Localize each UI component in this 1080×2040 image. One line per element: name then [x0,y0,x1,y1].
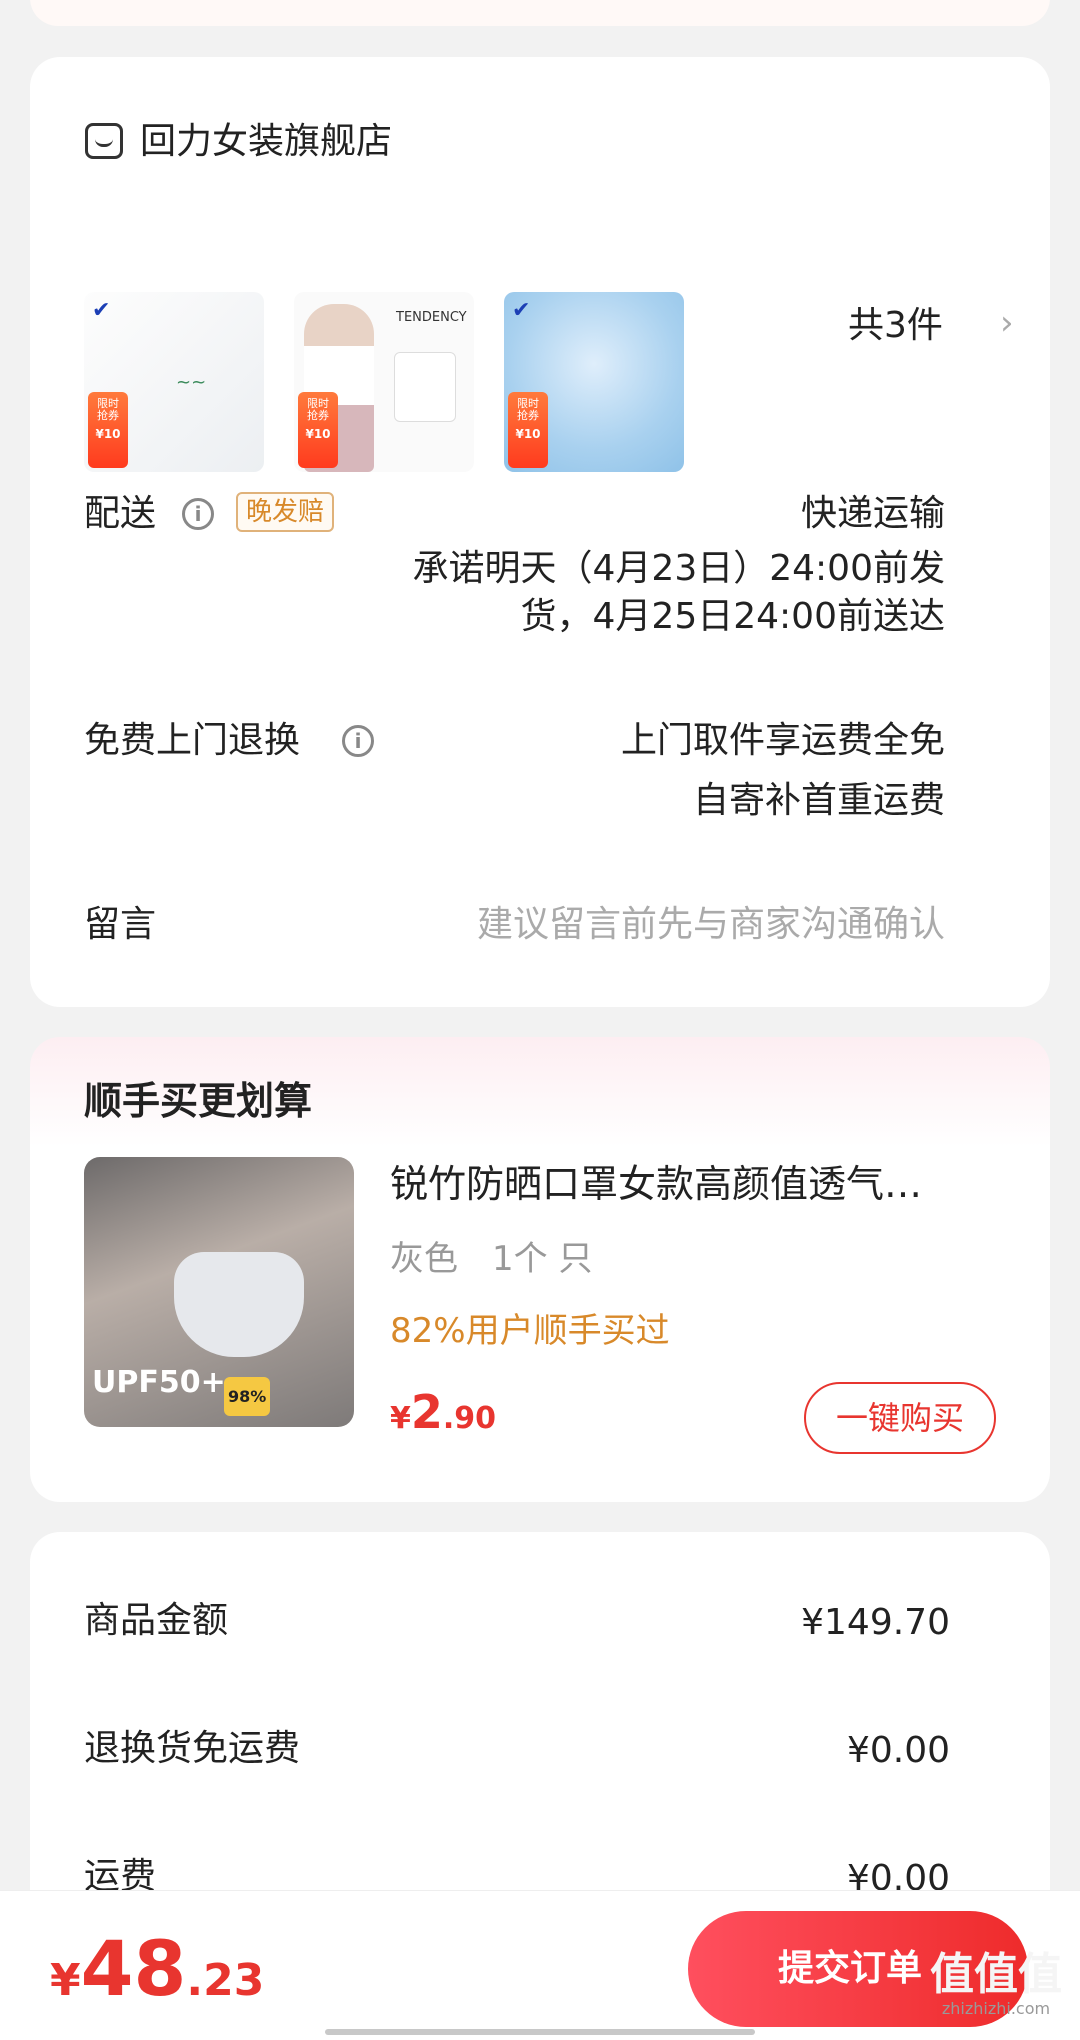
free-return-label: 免费上门退换 [84,720,301,761]
info-icon[interactable]: i [182,498,214,530]
tee-shape [394,352,456,422]
delivery-promise-line2: 货，4月25日24:00前送达 [520,596,945,637]
return-line1: 上门取件享运费全免 [620,720,945,761]
store-card: 回力女装旗舰店 ✔ ~~ 限时 抢券 ¥10 TENDENCY 限时 抢券 ¥10 ✔ … [30,57,1050,1007]
store-icon [85,123,123,159]
shirt-print: ~~ [176,372,207,393]
brand-logo: ✔ [512,298,531,323]
addon-social-proof: 82%用户顺手买过 [390,1311,670,1351]
summary-label-goods: 商品金额 [84,1600,229,1641]
item-count[interactable]: 共3件 [848,303,943,349]
addon-card: 顺手买更划算 UPF50+ 98% 锐竹防晒口罩女款高颜值透气… 灰色 1个 只… [30,1037,1050,1502]
one-click-buy-button[interactable]: 一键购买 [804,1382,996,1454]
uv-badge: 98% [224,1377,271,1416]
upf-text: UPF50+ [92,1365,226,1400]
summary-value-return: ¥0.00 [846,1730,950,1771]
delivery-promise-line1: 承诺明天（4月23日）24:00前发 [412,548,945,589]
coupon-badge: 限时 抢券 ¥10 [508,392,548,468]
coupon-badge: 限时 抢券 ¥10 [298,392,338,468]
addon-product-spec: 灰色 1个 只 [390,1239,593,1279]
home-indicator [325,2029,755,2035]
summary-label-return: 退换货免运费 [84,1728,301,1769]
chevron-right-icon[interactable]: › [1000,303,1014,343]
summary-value-goods: ¥149.70 [801,1602,950,1643]
message-label: 留言 [84,904,157,945]
delivery-method: 快递运输 [800,493,945,534]
product-thumb-3[interactable]: ✔ 限时 抢券 ¥10 [504,292,684,472]
total-price: ¥48.23 [50,1924,265,2013]
info-icon[interactable]: i [342,725,374,757]
addon-product-title[interactable]: 锐竹防晒口罩女款高颜值透气… [390,1160,1010,1208]
message-input[interactable]: 建议留言前先与商家沟通确认 [345,902,945,948]
store-name[interactable]: 回力女装旗舰店 [140,119,392,165]
addon-price: ¥2.90 [390,1385,497,1439]
brand-logo: ✔ [92,298,111,323]
previous-card [30,0,1050,26]
late-compensation-badge: 晚发赔 [236,492,335,532]
coupon-badge: 限时 抢券 ¥10 [88,392,128,468]
summary-card: 商品金额 ¥149.70 退换货免运费 ¥0.00 运费 ¥0.00 [30,1532,1050,1952]
checkout-bar: ¥48.23 提交订单 值值值 zhizhizhi.com [0,1890,1080,2040]
tendency-text: TENDENCY [396,310,467,325]
addon-product-image[interactable]: UPF50+ 98% [84,1157,354,1427]
return-line2: 自寄补首重运费 [692,780,945,821]
product-thumb-2[interactable]: TENDENCY 限时 抢券 ¥10 [294,292,474,472]
product-thumb-1[interactable]: ✔ ~~ 限时 抢券 ¥10 [84,292,264,472]
mask-shape [174,1252,304,1357]
addon-section-title: 顺手买更划算 [84,1079,313,1123]
delivery-label: 配送 [84,493,157,534]
watermark-logo: 值值值 zhizhizhi.com [930,1949,1062,2019]
